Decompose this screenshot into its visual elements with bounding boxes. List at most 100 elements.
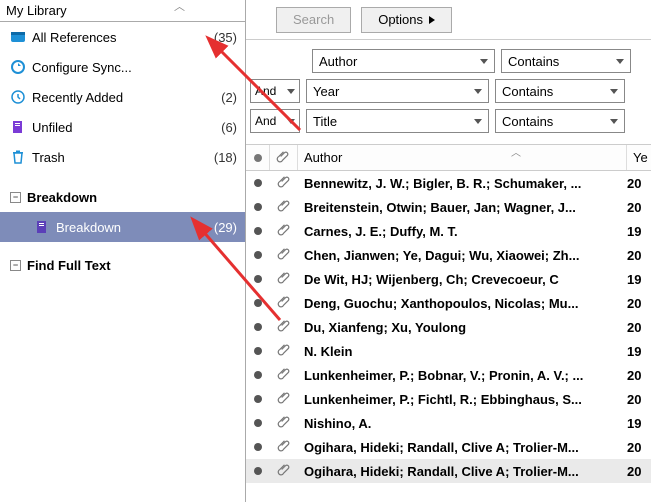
sort-up-icon: ︿ bbox=[511, 144, 521, 159]
sidebar-item-configure-sync[interactable]: Configure Sync... bbox=[0, 52, 245, 82]
search-criteria: Author Contains And Year Contains And Ti… bbox=[246, 40, 651, 145]
paperclip-icon bbox=[277, 414, 292, 432]
table-row[interactable]: Lunkenheimer, P.; Fichtl, R.; Ebbinghaus… bbox=[246, 387, 651, 411]
chevron-up-icon: ︿ bbox=[174, 0, 185, 14]
author-cell: N. Klein bbox=[298, 344, 627, 359]
paperclip-icon bbox=[277, 246, 292, 264]
field-select[interactable]: Title bbox=[306, 109, 489, 133]
search-row-2: And Year Contains bbox=[246, 76, 651, 106]
paperclip-icon bbox=[277, 390, 292, 408]
bool-select[interactable]: And bbox=[250, 79, 300, 103]
table-row[interactable]: Breitenstein, Otwin; Bauer, Jan; Wagner,… bbox=[246, 195, 651, 219]
year-cell: 20 bbox=[627, 464, 651, 479]
sidebar-item-trash[interactable]: Trash (18) bbox=[0, 142, 245, 172]
search-row-3: And Title Contains bbox=[246, 106, 651, 136]
attachment-cell bbox=[270, 174, 298, 192]
read-cell bbox=[246, 371, 270, 379]
condition-select[interactable]: Contains bbox=[501, 49, 631, 73]
year-cell: 19 bbox=[627, 224, 651, 239]
col-attachment[interactable] bbox=[270, 145, 298, 170]
col-author[interactable]: Author ︿ bbox=[298, 145, 627, 170]
dot-icon bbox=[254, 299, 262, 307]
year-cell: 19 bbox=[627, 272, 651, 287]
sidebar-item-unfiled[interactable]: Unfiled (6) bbox=[0, 112, 245, 142]
dot-icon bbox=[254, 251, 262, 259]
condition-select[interactable]: Contains bbox=[495, 109, 625, 133]
year-cell: 19 bbox=[627, 344, 651, 359]
options-button[interactable]: Options bbox=[361, 7, 452, 33]
author-cell: Lunkenheimer, P.; Bobnar, V.; Pronin, A.… bbox=[298, 368, 627, 383]
read-cell bbox=[246, 395, 270, 403]
dot-icon bbox=[254, 179, 262, 187]
library-header[interactable]: My Library ︿ bbox=[0, 0, 245, 22]
col-read[interactable] bbox=[246, 145, 270, 170]
table-header: Author ︿ Ye bbox=[246, 145, 651, 171]
col-year[interactable]: Ye bbox=[627, 145, 651, 170]
sidebar-item-label: Configure Sync... bbox=[32, 60, 237, 75]
sidebar-item-all-references[interactable]: All References (35) bbox=[0, 22, 245, 52]
paperclip-icon bbox=[277, 198, 292, 216]
dot-icon bbox=[254, 443, 262, 451]
read-cell bbox=[246, 251, 270, 259]
collapse-icon[interactable]: − bbox=[10, 192, 21, 203]
table-row[interactable]: Lunkenheimer, P.; Bobnar, V.; Pronin, A.… bbox=[246, 363, 651, 387]
sidebar-group-breakdown[interactable]: − Breakdown bbox=[0, 182, 245, 212]
dot-icon bbox=[254, 419, 262, 427]
table-row[interactable]: Bennewitz, J. W.; Bigler, B. R.; Schumak… bbox=[246, 171, 651, 195]
unfiled-icon bbox=[10, 119, 26, 135]
sidebar-item-count: (2) bbox=[221, 90, 237, 105]
table-row[interactable]: Du, Xianfeng; Xu, Youlong20 bbox=[246, 315, 651, 339]
table-row[interactable]: Carnes, J. E.; Duffy, M. T.19 bbox=[246, 219, 651, 243]
table-row[interactable]: N. Klein19 bbox=[246, 339, 651, 363]
sidebar-item-breakdown[interactable]: Breakdown (29) bbox=[0, 212, 245, 242]
globe-icon bbox=[10, 29, 26, 45]
sidebar-group-label: Find Full Text bbox=[27, 258, 111, 273]
attachment-cell bbox=[270, 270, 298, 288]
sidebar-item-recently-added[interactable]: Recently Added (2) bbox=[0, 82, 245, 112]
read-cell bbox=[246, 203, 270, 211]
table-row[interactable]: Nishino, A.19 bbox=[246, 411, 651, 435]
toolbar: Search Options bbox=[246, 0, 651, 40]
table-row[interactable]: De Wit, HJ; Wijenberg, Ch; Crevecoeur, C… bbox=[246, 267, 651, 291]
read-cell bbox=[246, 299, 270, 307]
table-row[interactable]: Deng, Guochu; Xanthopoulos, Nicolas; Mu.… bbox=[246, 291, 651, 315]
sidebar-item-label: All References bbox=[32, 30, 208, 45]
read-cell bbox=[246, 419, 270, 427]
library-title: My Library bbox=[6, 3, 67, 18]
attachment-cell bbox=[270, 318, 298, 336]
author-cell: Du, Xianfeng; Xu, Youlong bbox=[298, 320, 627, 335]
bool-select[interactable]: And bbox=[250, 109, 300, 133]
search-row-1: Author Contains bbox=[246, 46, 651, 76]
sidebar-group-label: Breakdown bbox=[27, 190, 97, 205]
paperclip-icon bbox=[277, 462, 292, 480]
triangle-right-icon bbox=[429, 16, 435, 24]
sidebar: My Library ︿ All References (35) Configu… bbox=[0, 0, 246, 502]
collapse-icon[interactable]: − bbox=[10, 260, 21, 271]
trash-icon bbox=[10, 149, 26, 165]
table-row[interactable]: Chen, Jianwen; Ye, Dagui; Wu, Xiaowei; Z… bbox=[246, 243, 651, 267]
sidebar-group-find-full-text[interactable]: − Find Full Text bbox=[0, 250, 245, 280]
dot-icon bbox=[254, 371, 262, 379]
sidebar-item-label: Breakdown bbox=[56, 220, 208, 235]
clock-icon bbox=[10, 89, 26, 105]
sync-icon bbox=[10, 59, 26, 75]
dot-icon bbox=[254, 154, 262, 162]
year-cell: 20 bbox=[627, 296, 651, 311]
table-row[interactable]: Ogihara, Hideki; Randall, Clive A; Troli… bbox=[246, 459, 651, 483]
year-cell: 20 bbox=[627, 200, 651, 215]
attachment-cell bbox=[270, 294, 298, 312]
dot-icon bbox=[254, 203, 262, 211]
year-cell: 20 bbox=[627, 248, 651, 263]
attachment-cell bbox=[270, 414, 298, 432]
search-button[interactable]: Search bbox=[276, 7, 351, 33]
table-row[interactable]: Ogihara, Hideki; Randall, Clive A; Troli… bbox=[246, 435, 651, 459]
field-select[interactable]: Author bbox=[312, 49, 495, 73]
year-cell: 19 bbox=[627, 416, 651, 431]
dot-icon bbox=[254, 395, 262, 403]
condition-select[interactable]: Contains bbox=[495, 79, 625, 103]
year-cell: 20 bbox=[627, 176, 651, 191]
paperclip-icon bbox=[277, 294, 292, 312]
author-cell: De Wit, HJ; Wijenberg, Ch; Crevecoeur, C bbox=[298, 272, 627, 287]
reference-list: Bennewitz, J. W.; Bigler, B. R.; Schumak… bbox=[246, 171, 651, 502]
field-select[interactable]: Year bbox=[306, 79, 489, 103]
